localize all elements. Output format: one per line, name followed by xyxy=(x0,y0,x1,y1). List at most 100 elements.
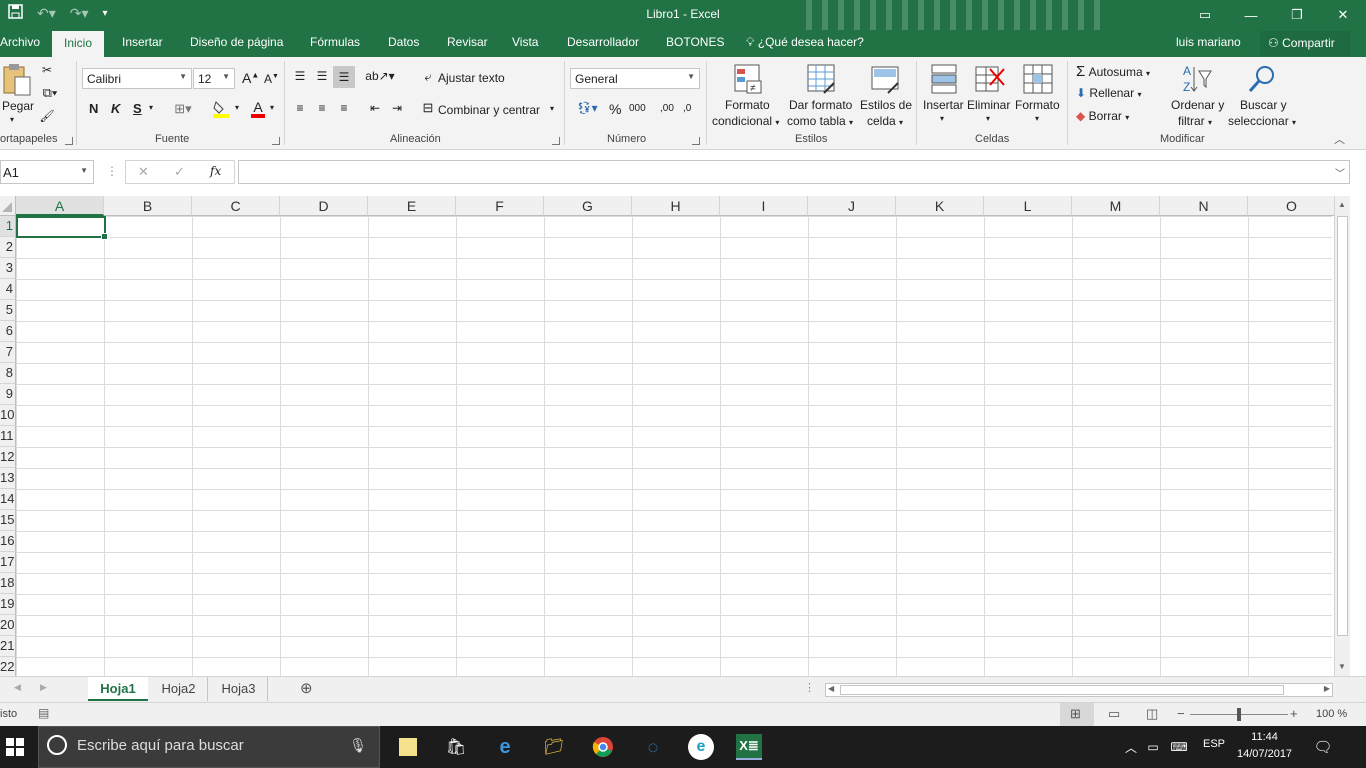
scroll-down-icon[interactable]: ▼ xyxy=(1338,662,1346,671)
cell-styles-label-1[interactable]: Estilos de xyxy=(860,98,912,112)
row-header-19[interactable]: 19 xyxy=(0,594,16,615)
insert-cells-icon[interactable] xyxy=(928,63,960,95)
font-size-combo[interactable]: 12 ▼ xyxy=(193,68,235,89)
sheet-tab-hoja3[interactable]: Hoja3 xyxy=(210,677,268,701)
thousands-button[interactable]: 000 xyxy=(629,103,646,114)
next-sheet-icon[interactable]: ▶ xyxy=(40,682,47,693)
fill-color-dropdown-icon[interactable]: ▾ xyxy=(235,103,239,112)
ribbon-display-options-icon[interactable]: ▭ xyxy=(1182,0,1228,30)
delete-cells-button[interactable]: Eliminar xyxy=(967,98,1010,112)
orientation-icon[interactable]: ab↗▾ xyxy=(365,69,394,83)
scroll-left-icon[interactable]: ◀ xyxy=(828,684,834,693)
row-header-5[interactable]: 5 xyxy=(0,300,16,321)
accounting-format-icon[interactable]: 💱︎▾ xyxy=(572,99,602,117)
store-icon[interactable]: 🛍︎ xyxy=(443,734,469,760)
delete-dropdown-icon[interactable]: ▾ xyxy=(986,114,990,123)
row-header-3[interactable]: 3 xyxy=(0,258,16,279)
shrink-font-button[interactable]: A▼ xyxy=(264,72,279,86)
insert-cells-button[interactable]: Insertar xyxy=(923,98,964,112)
copy-icon[interactable]: ⧉▾ xyxy=(38,84,62,102)
tab-split-handle-icon[interactable]: ⋮ xyxy=(804,681,815,694)
column-header-m[interactable]: M xyxy=(1072,196,1160,216)
paste-button[interactable]: Pegar xyxy=(2,99,34,113)
action-center-icon[interactable]: 🗨︎ xyxy=(1310,734,1336,760)
paste-icon[interactable] xyxy=(2,63,32,97)
column-header-g[interactable]: G xyxy=(544,196,632,216)
chrome-icon[interactable] xyxy=(590,734,616,760)
column-header-a[interactable]: A xyxy=(16,196,104,216)
borders-icon[interactable]: ⊞▾ xyxy=(170,101,196,117)
row-header-22[interactable]: 22 xyxy=(0,657,16,676)
conditional-format-icon[interactable]: ≠ xyxy=(733,63,765,95)
zoom-level[interactable]: 100 % xyxy=(1316,708,1347,720)
page-break-view-icon[interactable]: ◫ xyxy=(1146,706,1158,722)
alignment-launcher-icon[interactable] xyxy=(552,137,560,145)
row-header-6[interactable]: 6 xyxy=(0,321,16,342)
conditional-format-label-1[interactable]: Formato xyxy=(725,98,770,112)
scroll-up-icon[interactable]: ▲ xyxy=(1338,200,1346,209)
zoom-in-icon[interactable]: + xyxy=(1290,706,1298,721)
increase-decimal-button[interactable]: ,00 xyxy=(660,103,674,114)
vertical-scroll-thumb[interactable] xyxy=(1337,216,1348,636)
row-header-17[interactable]: 17 xyxy=(0,552,16,573)
merge-dropdown-icon[interactable]: ▾ xyxy=(550,104,554,113)
row-header-13[interactable]: 13 xyxy=(0,468,16,489)
align-center-icon[interactable]: ≡ xyxy=(314,101,330,115)
horizontal-scroll-thumb[interactable] xyxy=(840,685,1284,695)
zoom-slider-thumb[interactable] xyxy=(1237,708,1241,721)
row-header-21[interactable]: 21 xyxy=(0,636,16,657)
decrease-indent-icon[interactable]: ⇤ xyxy=(366,101,384,115)
prev-sheet-icon[interactable]: ◀ xyxy=(14,682,21,693)
row-header-4[interactable]: 4 xyxy=(0,279,16,300)
row-header-16[interactable]: 16 xyxy=(0,531,16,552)
align-bottom-icon[interactable]: ☰ xyxy=(333,66,355,88)
tab-botones[interactable]: BOTONES xyxy=(666,35,724,49)
formula-bar-grip-icon[interactable]: ⋮ xyxy=(106,164,118,178)
underline-dropdown-icon[interactable]: ▾ xyxy=(149,103,153,112)
app-loading-icon[interactable]: ◌ xyxy=(640,734,666,760)
row-header-1[interactable]: 1 xyxy=(0,216,16,237)
tab-insertar[interactable]: Insertar xyxy=(122,35,163,49)
row-header-8[interactable]: 8 xyxy=(0,363,16,384)
column-header-d[interactable]: D xyxy=(280,196,368,216)
italic-button[interactable]: K xyxy=(111,101,120,116)
sort-filter-label-1[interactable]: Ordenar y xyxy=(1171,98,1224,112)
microphone-icon[interactable]: 🎙︎ xyxy=(349,737,367,754)
format-as-table-label-2[interactable]: como tabla ▾ xyxy=(787,114,853,128)
cell-area[interactable] xyxy=(16,216,1332,676)
column-header-b[interactable]: B xyxy=(104,196,192,216)
select-all-corner[interactable] xyxy=(0,196,16,216)
active-cell[interactable] xyxy=(16,216,108,240)
align-top-icon[interactable]: ☰ xyxy=(292,69,308,83)
page-layout-view-icon[interactable]: ▭ xyxy=(1108,706,1120,722)
taskbar-clock[interactable]: 11:44 14/07/2017 xyxy=(1237,729,1292,763)
row-header-11[interactable]: 11 xyxy=(0,426,16,447)
row-header-18[interactable]: 18 xyxy=(0,573,16,594)
sort-filter-icon[interactable]: AZ xyxy=(1181,63,1213,95)
tab-desarrollador[interactable]: Desarrollador xyxy=(567,35,639,49)
format-cells-button[interactable]: Formato xyxy=(1015,98,1060,112)
conditional-format-label-2[interactable]: condicional ▾ xyxy=(712,114,779,128)
font-name-combo[interactable]: Calibri ▼ xyxy=(82,68,192,89)
share-button[interactable]: ⚇ Compartir xyxy=(1260,31,1350,56)
increase-indent-icon[interactable]: ⇥ xyxy=(388,101,406,115)
tab-archivo[interactable]: Archivo xyxy=(0,35,40,49)
decrease-decimal-button[interactable]: ,0 xyxy=(683,103,691,114)
format-dropdown-icon[interactable]: ▾ xyxy=(1035,114,1039,123)
restore-icon[interactable]: ❐ xyxy=(1274,0,1320,30)
number-launcher-icon[interactable] xyxy=(692,137,700,145)
cut-icon[interactable]: ✂ xyxy=(38,61,56,79)
horizontal-scrollbar[interactable]: ◀ ▶ xyxy=(825,683,1333,697)
tab-diseno-pagina[interactable]: Diseño de página xyxy=(190,35,283,49)
taskbar-search-box[interactable]: Escribe aquí para buscar 🎙︎ xyxy=(38,726,380,768)
find-select-label-1[interactable]: Buscar y xyxy=(1240,98,1287,112)
column-header-i[interactable]: I xyxy=(720,196,808,216)
find-select-label-2[interactable]: seleccionar ▾ xyxy=(1228,114,1296,128)
scroll-right-icon[interactable]: ▶ xyxy=(1324,684,1330,693)
confirm-entry-icon[interactable]: ✓ xyxy=(174,164,185,180)
cell-styles-icon[interactable] xyxy=(870,63,902,95)
edge-icon[interactable]: e xyxy=(492,734,518,760)
user-name[interactable]: luis mariano xyxy=(1176,35,1241,49)
format-as-table-icon[interactable] xyxy=(806,63,838,95)
bold-button[interactable]: N xyxy=(89,101,98,116)
